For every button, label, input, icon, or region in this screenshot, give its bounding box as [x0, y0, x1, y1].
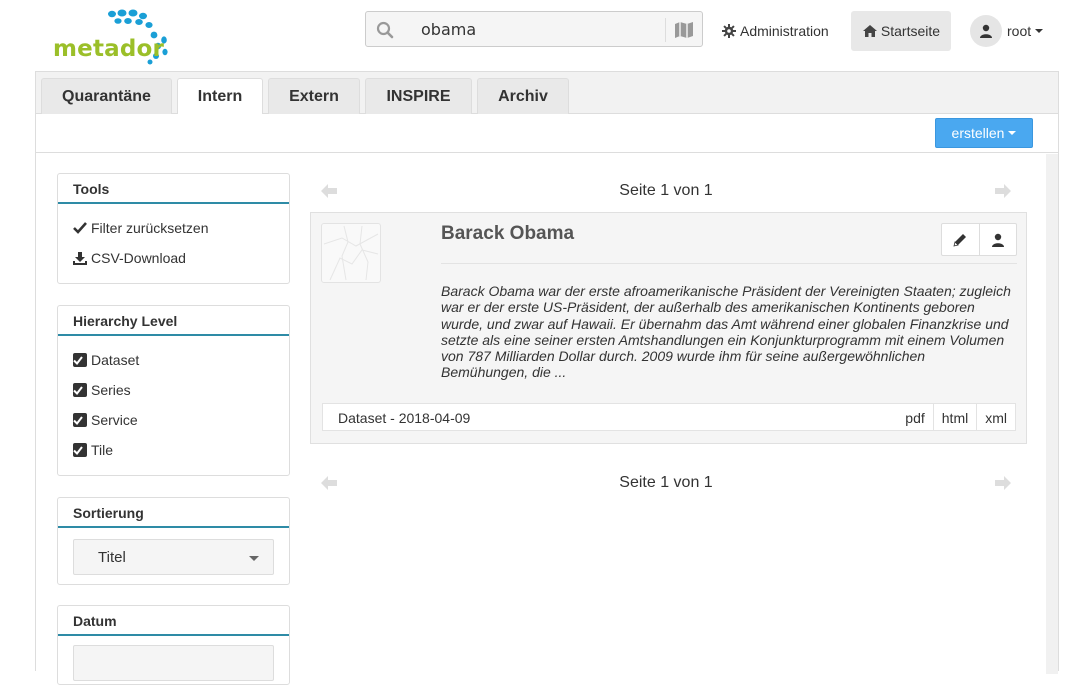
search-input[interactable]: [421, 17, 661, 41]
search-divider: [665, 18, 666, 42]
checkbox-tile[interactable]: Tile: [73, 435, 274, 465]
tab-quarantaene[interactable]: Quarantäne: [41, 78, 172, 114]
map-icon[interactable]: [674, 21, 694, 39]
map-thumbnail-icon: [323, 225, 379, 281]
csv-download-label: CSV-Download: [91, 250, 186, 266]
logo-text: metador: [53, 36, 165, 62]
arrow-right-icon[interactable]: [995, 184, 1011, 198]
result-card: Barack Obama Barack Obama war der erste …: [310, 212, 1027, 444]
map-thumbnail[interactable]: [321, 223, 381, 283]
tab-extern[interactable]: Extern: [268, 78, 360, 114]
date-select[interactable]: [73, 645, 274, 681]
user-icon: [991, 233, 1004, 247]
sort-select[interactable]: Titel: [73, 539, 274, 575]
checkbox-checked-icon: [73, 413, 87, 427]
chevron-down-icon: [1035, 29, 1044, 33]
edit-button[interactable]: [942, 224, 979, 255]
pagination-text: Seite 1 von 1: [619, 182, 713, 199]
chevron-down-icon: [249, 556, 259, 561]
tab-intern[interactable]: Intern: [177, 78, 263, 115]
arrow-right-icon[interactable]: [995, 476, 1011, 490]
hierarchy-panel-title: Hierarchy Level: [58, 306, 289, 336]
create-button[interactable]: erstellen: [935, 118, 1033, 148]
user-icon: [980, 24, 992, 38]
date-panel-title: Datum: [58, 606, 289, 636]
checkbox-service[interactable]: Service: [73, 405, 274, 435]
nav-startseite[interactable]: Startseite: [851, 11, 951, 51]
header: metador Administration: [0, 0, 1089, 72]
filter-reset-link[interactable]: Filter zurücksetzen: [73, 213, 274, 243]
result-title[interactable]: Barack Obama: [441, 223, 574, 245]
tab-inspire[interactable]: INSPIRE: [365, 78, 472, 114]
csv-download-link[interactable]: CSV-Download: [73, 243, 274, 273]
checkbox-label: Tile: [91, 442, 114, 458]
result-description: Barack Obama war der erste afroamerikani…: [441, 283, 1011, 381]
user-name: root: [1007, 23, 1032, 39]
home-icon: [862, 25, 877, 37]
pencil-icon: [953, 233, 967, 247]
user-menu[interactable]: root: [970, 15, 1044, 47]
filter-reset-label: Filter zurücksetzen: [91, 220, 209, 236]
checkbox-label: Series: [91, 382, 131, 398]
nav-administration[interactable]: Administration: [722, 21, 829, 41]
owner-button[interactable]: [978, 224, 1017, 255]
format-link-pdf[interactable]: pdf: [897, 404, 932, 430]
checkbox-dataset[interactable]: Dataset: [73, 345, 274, 375]
tools-panel: Tools Filter zurücksetzen CSV-Download: [57, 173, 290, 284]
pagination-bottom: Seite 1 von 1: [321, 472, 1011, 496]
checkbox-label: Dataset: [91, 352, 140, 368]
scrollbar[interactable]: [1046, 154, 1058, 674]
metador-logo[interactable]: metador: [50, 8, 180, 66]
check-icon: [73, 222, 87, 234]
chevron-down-icon: [1008, 131, 1017, 135]
sort-select-value: Titel: [98, 548, 126, 566]
checkbox-label: Service: [91, 412, 138, 428]
nav-administration-label: Administration: [740, 23, 829, 39]
download-icon: [73, 251, 87, 265]
date-panel: Datum: [57, 605, 290, 685]
checkbox-checked-icon: [73, 443, 87, 457]
sort-panel-title: Sortierung: [58, 498, 289, 528]
hierarchy-panel: Hierarchy Level Dataset Series Service T…: [57, 305, 290, 476]
avatar: [970, 15, 1002, 47]
result-actions: [941, 223, 1017, 256]
format-links: pdf html xml: [897, 404, 1015, 430]
pagination-top: Seite 1 von 1: [321, 180, 1011, 204]
result-divider: [441, 263, 1017, 264]
tab-archiv[interactable]: Archiv: [477, 78, 569, 114]
result-footer: Dataset - 2018-04-09 pdf html xml: [322, 403, 1016, 431]
checkbox-checked-icon: [73, 383, 87, 397]
format-link-html[interactable]: html: [932, 404, 976, 430]
create-button-label: erstellen: [951, 125, 1005, 141]
result-meta: Dataset - 2018-04-09: [338, 410, 471, 426]
format-link-xml[interactable]: xml: [976, 404, 1015, 430]
main-container: Quarantäne Intern Extern INSPIRE Archiv …: [35, 71, 1059, 685]
search-icon: [376, 21, 394, 39]
nav-startseite-label: Startseite: [880, 23, 941, 39]
toolbar: erstellen: [36, 114, 1058, 153]
search-box[interactable]: [365, 11, 703, 47]
checkbox-checked-icon: [73, 353, 87, 367]
tab-bar: Quarantäne Intern Extern INSPIRE Archiv: [36, 72, 1058, 115]
gear-icon: [722, 24, 736, 38]
tools-panel-title: Tools: [58, 174, 289, 204]
sort-panel: Sortierung Titel: [57, 497, 290, 585]
pagination-text: Seite 1 von 1: [619, 474, 713, 491]
checkbox-series[interactable]: Series: [73, 375, 274, 405]
